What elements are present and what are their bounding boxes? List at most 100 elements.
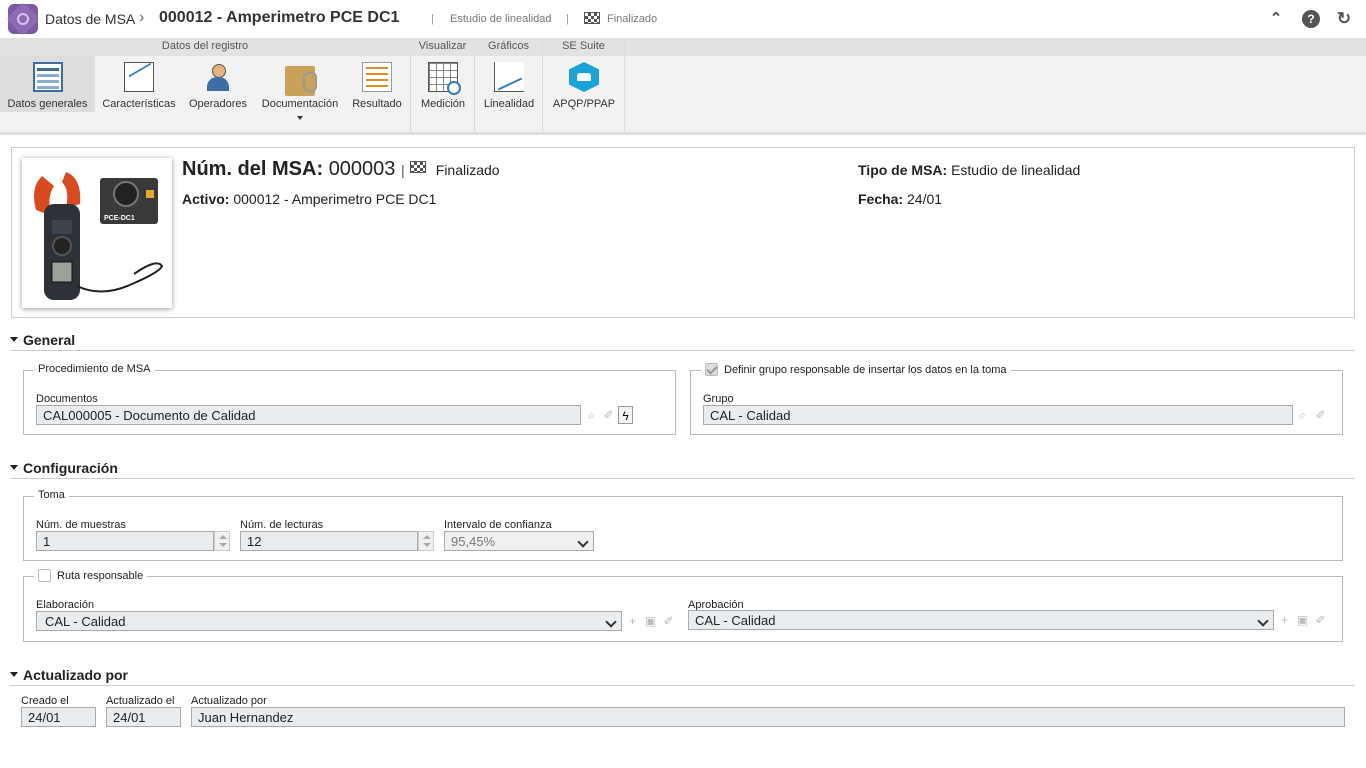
section-title: Configuración <box>23 460 118 476</box>
ribbon-button-label: Datos generales <box>7 98 88 110</box>
add-icon[interactable]: + <box>625 612 640 630</box>
ribbon-button-characteristics[interactable]: Características <box>98 56 180 112</box>
samples-label: Núm. de muestras <box>36 519 126 531</box>
clear-icon[interactable]: ✐ <box>1313 406 1328 424</box>
finish-flag-icon <box>584 12 600 24</box>
help-icon[interactable]: ? <box>1302 10 1320 28</box>
ribbon-button-label: Documentación <box>261 98 339 110</box>
top-bar: Datos de MSA › 000012 - Amperimetro PCE … <box>0 0 1366 38</box>
updated-on-field: 24/01 <box>106 707 181 727</box>
main-content: PCE-DC1 Núm. del MSA: 000003 | Finalizad… <box>0 134 1366 768</box>
clamp-meter-image: PCE-DC1 <box>34 172 164 300</box>
asset-photo[interactable]: PCE-DC1 <box>22 158 172 308</box>
updated-by-field: Juan Hernandez <box>191 707 1345 727</box>
fieldset-legend: Toma <box>34 489 69 501</box>
route-fieldset: Ruta responsable Elaboración CAL - Calid… <box>23 569 1343 642</box>
section-updated-header[interactable]: Actualizado por <box>10 666 1355 686</box>
section-configuration-header[interactable]: Configuración <box>10 459 1355 479</box>
ribbon-group-view: Visualizar Medición <box>411 38 475 132</box>
ribbon-button-apqp-ppap[interactable]: APQP/PPAP <box>545 56 623 112</box>
photo-brand-text: PCE-DC1 <box>104 215 135 222</box>
ribbon-button-linearity[interactable]: Linealidad <box>477 56 541 112</box>
ribbon-group-label: SE Suite <box>543 38 624 56</box>
ribbon-group-charts: Gráficos Linealidad <box>475 38 543 132</box>
readings-stepper[interactable] <box>418 531 434 551</box>
collapse-triangle-icon <box>10 672 18 677</box>
clear-icon[interactable]: ✐ <box>1313 611 1328 629</box>
fieldset-legend: Procedimiento de MSA <box>34 363 155 375</box>
msa-type-label: Tipo de MSA: <box>858 162 948 178</box>
divider: | <box>431 13 434 25</box>
samples-field[interactable]: 1 <box>36 531 214 551</box>
record-header-card: PCE-DC1 Núm. del MSA: 000003 | Finalizad… <box>11 147 1355 318</box>
msa-status-value: Finalizado <box>435 162 500 178</box>
group-field[interactable]: CAL - Calidad <box>703 405 1293 425</box>
document-list-icon <box>32 62 63 92</box>
ribbon-button-label: Operadores <box>188 98 248 110</box>
ribbon-button-documentation[interactable]: Documentación <box>256 56 344 120</box>
add-icon[interactable]: + <box>1277 611 1292 629</box>
updated-on-label: Actualizado el <box>106 695 175 707</box>
divider: | <box>566 13 569 25</box>
ribbon-button-label: Linealidad <box>483 98 535 110</box>
confidence-select[interactable]: 95,45% <box>444 531 594 551</box>
grid-magnifier-icon <box>428 62 461 95</box>
elaboration-select[interactable]: CAL - Calidad <box>36 611 622 631</box>
finish-flag-icon <box>410 161 427 173</box>
documents-label: Documentos <box>36 393 98 405</box>
fieldset-legend: Ruta responsable <box>34 569 148 582</box>
clear-icon[interactable]: ✐ <box>661 612 676 630</box>
ribbon-button-measurement[interactable]: Medición <box>413 56 473 112</box>
ribbon-button-label: APQP/PPAP <box>552 98 616 110</box>
binoculars-icon[interactable]: ▣ <box>643 612 658 630</box>
readings-field[interactable]: 12 <box>240 531 418 551</box>
ribbon-empty-area <box>625 38 1366 132</box>
search-icon[interactable]: ⌕ <box>584 406 599 424</box>
breadcrumb-chevron-icon: › <box>139 9 145 26</box>
asset-value: 000012 - Amperimetro PCE DC1 <box>233 191 437 207</box>
study-type-label: Estudio de linealidad <box>450 13 552 25</box>
fieldset-legend: Definir grupo responsable de insertar lo… <box>701 363 1011 376</box>
app-logo-icon <box>8 4 38 34</box>
record-title: 000012 - Amperimetro PCE DC1 <box>159 9 400 26</box>
section-general-header[interactable]: General <box>10 331 1355 351</box>
date-label: Fecha: <box>858 191 904 207</box>
ribbon-group-label-empty <box>625 38 1366 56</box>
asset-label: Activo: <box>182 191 230 207</box>
collapse-up-icon[interactable]: ⌃ <box>1267 10 1285 28</box>
ribbon-button-operators[interactable]: Operadores <box>184 56 252 112</box>
ribbon-button-general-data[interactable]: Datos generales <box>0 56 95 112</box>
user-icon <box>203 62 233 92</box>
msa-type-value: Estudio de linealidad <box>951 162 1081 178</box>
refresh-icon[interactable]: ↻ <box>1335 10 1353 28</box>
divider: | <box>401 162 405 178</box>
route-checkbox[interactable] <box>38 569 51 582</box>
group-label: Grupo <box>703 393 734 405</box>
breadcrumb-app-title[interactable]: Datos de MSA <box>45 11 135 27</box>
ribbon-button-label: Medición <box>420 98 466 110</box>
status-label: Finalizado <box>607 13 658 25</box>
search-icon[interactable]: ⌕ <box>1295 406 1310 424</box>
confidence-label: Intervalo de confianza <box>444 519 552 531</box>
chart-icon <box>124 62 154 92</box>
ribbon-button-label: Características <box>102 98 176 110</box>
group-fieldset: Definir grupo responsable de insertar lo… <box>690 363 1343 435</box>
dropdown-caret-icon <box>297 116 303 120</box>
lightning-icon[interactable]: ϟ <box>618 406 633 424</box>
ribbon-group-label: Visualizar <box>411 38 474 56</box>
ribbon-group-record: Datos del registro Datos generales Carac… <box>0 38 411 132</box>
clear-icon[interactable]: ✐ <box>601 406 616 424</box>
section-title: General <box>23 332 76 348</box>
samples-stepper[interactable] <box>214 531 230 551</box>
approval-select[interactable]: CAL - Calidad <box>688 610 1274 630</box>
documents-field[interactable]: CAL000005 - Documento de Calidad <box>36 405 581 425</box>
ribbon-button-result[interactable]: Resultado <box>347 56 407 112</box>
collapse-triangle-icon <box>10 337 18 342</box>
msa-number-label: Núm. del MSA: <box>182 158 324 180</box>
binoculars-icon[interactable]: ▣ <box>1295 611 1310 629</box>
define-group-checkbox[interactable] <box>705 363 718 376</box>
section-title: Actualizado por <box>23 667 129 683</box>
created-label: Creado el <box>21 695 69 707</box>
msa-type-row: Tipo de MSA: Estudio de linealidad <box>858 162 1080 178</box>
line-chart-icon <box>494 62 524 92</box>
